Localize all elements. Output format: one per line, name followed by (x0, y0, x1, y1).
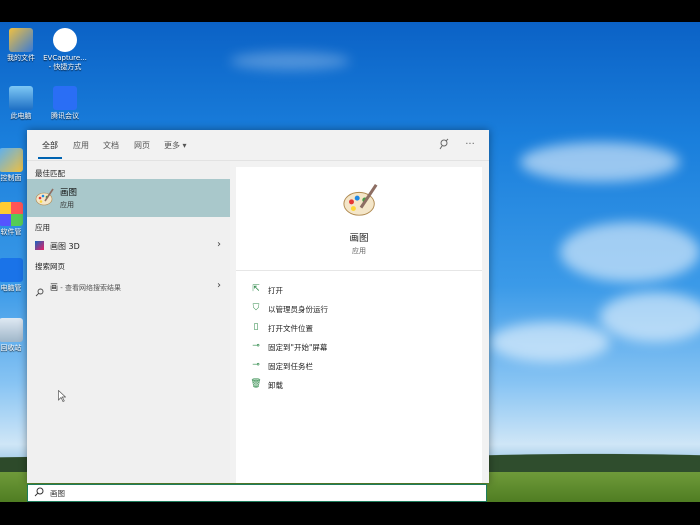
paint3d-icon (35, 241, 44, 250)
action-label: 卸载 (268, 381, 283, 390)
open-icon: ⇱ (252, 284, 260, 294)
feedback-icon[interactable] (437, 138, 451, 152)
section-best-match: 最佳匹配 (35, 169, 65, 178)
action-label: 以管理员身份运行 (268, 305, 328, 314)
more-options-icon[interactable]: ··· (463, 138, 477, 152)
uninstall-icon: 🗑 (250, 379, 262, 389)
search-icon (35, 282, 44, 297)
tab-all[interactable]: 全部 (42, 140, 58, 151)
tab-documents[interactable]: 文档 (103, 140, 119, 151)
action-open[interactable]: ⇱ 打开 (250, 283, 470, 297)
desktop-icon-label: 腾讯会议 (51, 112, 79, 120)
action-uninstall[interactable]: 🗑 卸载 (250, 378, 470, 392)
paint-icon (35, 188, 54, 206)
action-label: 打开文件位置 (268, 324, 313, 333)
tab-more[interactable]: 更多 ▾ (164, 140, 187, 151)
results-list: 最佳匹配 画图 应用 应用 画图 3D › 搜索网页 画 - 查看网络搜索结果 (27, 161, 230, 483)
pin-start-icon: ⊸ (252, 341, 260, 351)
action-pin-to-start[interactable]: ⊸ 固定到"开始"屏幕 (250, 340, 470, 354)
pin-taskbar-icon: ⊸ (252, 360, 260, 370)
mouse-cursor-icon (58, 389, 67, 405)
desktop-icon-label-line2: - 快捷方式 (48, 63, 82, 71)
action-label: 固定到"开始"屏幕 (268, 343, 328, 352)
tab-apps[interactable]: 应用 (73, 140, 89, 151)
section-web: 搜索网页 (35, 262, 65, 271)
file-location-icon: ▯ (253, 322, 259, 332)
section-apps: 应用 (35, 223, 50, 232)
web-result[interactable]: 画 - 查看网络搜索结果 › (27, 277, 230, 297)
web-result-suffix: - 查看网络搜索结果 (58, 284, 121, 292)
evcapture-icon (53, 28, 77, 52)
search-box[interactable] (27, 484, 487, 502)
software-manager-icon (0, 202, 23, 226)
app-result-name: 画图 3D (50, 242, 80, 251)
paint-icon (343, 183, 378, 216)
computer-icon (9, 86, 33, 110)
search-panel: 全部 应用 文档 网页 更多 ▾ ··· 最佳匹配 画图 应用 应用 画图 3D… (27, 130, 489, 483)
action-pin-to-taskbar[interactable]: ⊸ 固定到任务栏 (250, 359, 470, 373)
search-tabs: 全部 应用 文档 网页 更多 ▾ ··· (27, 130, 489, 161)
bottom-black-bar (0, 502, 700, 525)
desktop-icon-tencent-meeting[interactable]: 腾讯会议 (42, 86, 88, 121)
preview-app-name: 画图 (349, 233, 369, 244)
divider (236, 270, 482, 271)
chevron-right-icon[interactable]: › (217, 239, 221, 250)
desktop-icon-label: EVCapture... (43, 54, 87, 62)
web-result-query: 画 (50, 283, 58, 292)
admin-shield-icon: ⛉ (252, 303, 260, 313)
action-label: 打开 (268, 286, 283, 295)
chevron-down-icon: ▾ (182, 141, 187, 150)
desktop-icon-evcapture[interactable]: EVCapture... - 快捷方式 (42, 28, 88, 72)
desktop-icon-my-files[interactable]: 我的文件 (0, 28, 44, 63)
best-match-result[interactable]: 画图 应用 (27, 179, 230, 217)
action-run-as-admin[interactable]: ⛉ 以管理员身份运行 (250, 302, 470, 316)
desktop-icon-this-pc[interactable]: 此电脑 (0, 86, 44, 121)
best-match-type: 应用 (60, 201, 74, 209)
app-result-paint3d[interactable]: 画图 3D › (27, 236, 230, 256)
recycle-bin-icon (0, 318, 23, 342)
tencent-meeting-icon (53, 86, 77, 110)
action-open-file-location[interactable]: ▯ 打开文件位置 (250, 321, 470, 335)
documents-icon (9, 28, 33, 52)
tab-more-label: 更多 (164, 141, 180, 150)
search-input[interactable] (50, 487, 470, 499)
preview-app-type: 应用 (352, 247, 366, 255)
action-label: 固定到任务栏 (268, 362, 313, 371)
desktop-icon-label: 此电脑 (10, 112, 32, 120)
top-black-bar (0, 0, 700, 22)
search-icon (34, 487, 44, 500)
tab-web[interactable]: 网页 (134, 140, 150, 151)
control-panel-icon (0, 148, 23, 172)
web-result-text: 画 - 查看网络搜索结果 (50, 282, 121, 293)
best-match-name: 画图 (60, 188, 78, 198)
chevron-right-icon[interactable]: › (217, 280, 221, 291)
desktop-icon-label: 我的文件 (7, 54, 35, 62)
active-tab-indicator (38, 157, 62, 159)
pc-manager-icon (0, 258, 23, 282)
preview-pane: 画图 应用 ⇱ 打开 ⛉ 以管理员身份运行 ▯ 打开文件位置 ⊸ 固定到"开始"… (236, 167, 482, 483)
